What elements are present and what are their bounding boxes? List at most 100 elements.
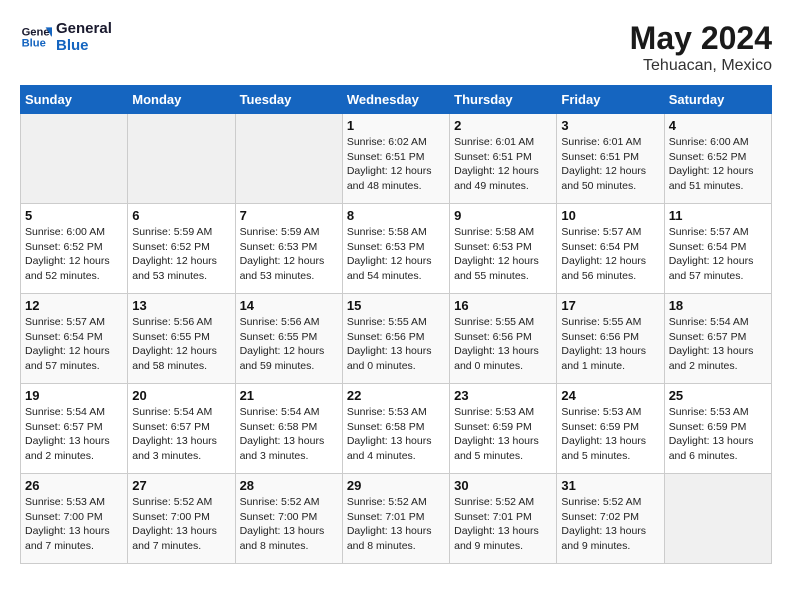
calendar-cell: 20 Sunrise: 5:54 AMSunset: 6:57 PMDayligh… bbox=[128, 384, 235, 474]
day-number: 11 bbox=[669, 208, 767, 223]
day-info: Sunrise: 5:55 AMSunset: 6:56 PMDaylight:… bbox=[454, 315, 552, 374]
day-number: 19 bbox=[25, 388, 123, 403]
day-info: Sunrise: 5:52 AMSunset: 7:01 PMDaylight:… bbox=[347, 495, 445, 554]
calendar-cell: 26Sunrise: 5:53 AMSunset: 7:00 PMDayligh… bbox=[21, 474, 128, 564]
day-info: Sunrise: 6:00 AMSunset: 6:52 PMDaylight:… bbox=[25, 225, 123, 284]
day-info: Sunrise: 5:56 AMSunset: 6:55 PMDaylight:… bbox=[132, 315, 230, 374]
calendar-table: SundayMondayTuesdayWednesdayThursdayFrid… bbox=[20, 85, 772, 564]
day-info: Sunrise: 5:52 AMSunset: 7:01 PMDaylight:… bbox=[454, 495, 552, 554]
day-number: 7 bbox=[240, 208, 338, 223]
day-number: 31 bbox=[561, 478, 659, 493]
header-day-wednesday: Wednesday bbox=[342, 86, 449, 114]
day-number: 30 bbox=[454, 478, 552, 493]
calendar-header-row: SundayMondayTuesdayWednesdayThursdayFrid… bbox=[21, 86, 772, 114]
page-header: General Blue General Blue May 2024 Tehua… bbox=[20, 20, 772, 75]
day-info: Sunrise: 6:01 AMSunset: 6:51 PMDaylight:… bbox=[454, 135, 552, 194]
day-number: 10 bbox=[561, 208, 659, 223]
header-day-sunday: Sunday bbox=[21, 86, 128, 114]
calendar-cell: 1 Sunrise: 6:02 AMSunset: 6:51 PMDaylight… bbox=[342, 114, 449, 204]
calendar-cell: 25Sunrise: 5:53 AMSunset: 6:59 PMDayligh… bbox=[664, 384, 771, 474]
calendar-week-3: 12Sunrise: 5:57 AMSunset: 6:54 PMDayligh… bbox=[21, 294, 772, 384]
day-info: Sunrise: 5:55 AMSunset: 6:56 PMDaylight:… bbox=[347, 315, 445, 374]
calendar-cell: 22Sunrise: 5:53 AMSunset: 6:58 PMDayligh… bbox=[342, 384, 449, 474]
calendar-cell: 24Sunrise: 5:53 AMSunset: 6:59 PMDayligh… bbox=[557, 384, 664, 474]
calendar-cell: 23 Sunrise: 5:53 AMSunset: 6:59 PMDayligh… bbox=[450, 384, 557, 474]
calendar-cell: 5 Sunrise: 6:00 AMSunset: 6:52 PMDaylight… bbox=[21, 204, 128, 294]
calendar-cell: 21 Sunrise: 5:54 AMSunset: 6:58 PMDayligh… bbox=[235, 384, 342, 474]
day-number: 23 bbox=[454, 388, 552, 403]
header-day-friday: Friday bbox=[557, 86, 664, 114]
subtitle: Tehuacan, Mexico bbox=[630, 57, 772, 75]
day-number: 12 bbox=[25, 298, 123, 313]
day-number: 21 bbox=[240, 388, 338, 403]
day-info: Sunrise: 5:57 AMSunset: 6:54 PMDaylight:… bbox=[561, 225, 659, 284]
calendar-cell: 14Sunrise: 5:56 AMSunset: 6:55 PMDayligh… bbox=[235, 294, 342, 384]
day-number: 13 bbox=[132, 298, 230, 313]
calendar-cell: 7 Sunrise: 5:59 AMSunset: 6:53 PMDaylight… bbox=[235, 204, 342, 294]
day-info: Sunrise: 5:54 AMSunset: 6:57 PMDaylight:… bbox=[132, 405, 230, 464]
calendar-cell: 27 Sunrise: 5:52 AMSunset: 7:00 PMDayligh… bbox=[128, 474, 235, 564]
calendar-cell: 2 Sunrise: 6:01 AMSunset: 6:51 PMDaylight… bbox=[450, 114, 557, 204]
day-info: Sunrise: 5:55 AMSunset: 6:56 PMDaylight:… bbox=[561, 315, 659, 374]
day-number: 6 bbox=[132, 208, 230, 223]
calendar-cell bbox=[21, 114, 128, 204]
main-title: May 2024 bbox=[630, 20, 772, 57]
title-block: May 2024 Tehuacan, Mexico bbox=[630, 20, 772, 75]
day-info: Sunrise: 5:54 AMSunset: 6:57 PMDaylight:… bbox=[669, 315, 767, 374]
svg-text:Blue: Blue bbox=[22, 38, 46, 50]
calendar-cell: 13 Sunrise: 5:56 AMSunset: 6:55 PMDayligh… bbox=[128, 294, 235, 384]
day-info: Sunrise: 5:58 AMSunset: 6:53 PMDaylight:… bbox=[347, 225, 445, 284]
calendar-cell: 28 Sunrise: 5:52 AMSunset: 7:00 PMDayligh… bbox=[235, 474, 342, 564]
calendar-cell: 11Sunrise: 5:57 AMSunset: 6:54 PMDayligh… bbox=[664, 204, 771, 294]
calendar-cell: 3Sunrise: 6:01 AMSunset: 6:51 PMDaylight… bbox=[557, 114, 664, 204]
logo-name-blue: Blue bbox=[56, 37, 112, 54]
logo-name-general: General bbox=[56, 20, 112, 37]
day-info: Sunrise: 5:53 AMSunset: 7:00 PMDaylight:… bbox=[25, 495, 123, 554]
day-info: Sunrise: 5:53 AMSunset: 6:59 PMDaylight:… bbox=[454, 405, 552, 464]
day-number: 9 bbox=[454, 208, 552, 223]
calendar-cell: 16 Sunrise: 5:55 AMSunset: 6:56 PMDayligh… bbox=[450, 294, 557, 384]
header-day-saturday: Saturday bbox=[664, 86, 771, 114]
day-number: 5 bbox=[25, 208, 123, 223]
day-info: Sunrise: 5:52 AMSunset: 7:02 PMDaylight:… bbox=[561, 495, 659, 554]
calendar-cell: 15Sunrise: 5:55 AMSunset: 6:56 PMDayligh… bbox=[342, 294, 449, 384]
day-number: 2 bbox=[454, 118, 552, 133]
day-number: 4 bbox=[669, 118, 767, 133]
day-info: Sunrise: 5:59 AMSunset: 6:52 PMDaylight:… bbox=[132, 225, 230, 284]
day-number: 20 bbox=[132, 388, 230, 403]
day-number: 27 bbox=[132, 478, 230, 493]
header-day-monday: Monday bbox=[128, 86, 235, 114]
calendar-cell: 31 Sunrise: 5:52 AMSunset: 7:02 PMDayligh… bbox=[557, 474, 664, 564]
day-number: 28 bbox=[240, 478, 338, 493]
calendar-cell: 9Sunrise: 5:58 AMSunset: 6:53 PMDaylight… bbox=[450, 204, 557, 294]
logo: General Blue General Blue bbox=[20, 20, 112, 54]
calendar-cell: 19Sunrise: 5:54 AMSunset: 6:57 PMDayligh… bbox=[21, 384, 128, 474]
calendar-cell bbox=[664, 474, 771, 564]
calendar-week-5: 26Sunrise: 5:53 AMSunset: 7:00 PMDayligh… bbox=[21, 474, 772, 564]
day-info: Sunrise: 5:53 AMSunset: 6:59 PMDaylight:… bbox=[669, 405, 767, 464]
calendar-cell: 30 Sunrise: 5:52 AMSunset: 7:01 PMDayligh… bbox=[450, 474, 557, 564]
calendar-cell: 10 Sunrise: 5:57 AMSunset: 6:54 PMDayligh… bbox=[557, 204, 664, 294]
calendar-cell: 17 Sunrise: 5:55 AMSunset: 6:56 PMDayligh… bbox=[557, 294, 664, 384]
day-info: Sunrise: 6:02 AMSunset: 6:51 PMDaylight:… bbox=[347, 135, 445, 194]
day-info: Sunrise: 5:59 AMSunset: 6:53 PMDaylight:… bbox=[240, 225, 338, 284]
day-info: Sunrise: 6:00 AMSunset: 6:52 PMDaylight:… bbox=[669, 135, 767, 194]
calendar-cell bbox=[235, 114, 342, 204]
day-number: 17 bbox=[561, 298, 659, 313]
day-info: Sunrise: 5:56 AMSunset: 6:55 PMDaylight:… bbox=[240, 315, 338, 374]
calendar-week-2: 5 Sunrise: 6:00 AMSunset: 6:52 PMDaylight… bbox=[21, 204, 772, 294]
day-info: Sunrise: 5:54 AMSunset: 6:58 PMDaylight:… bbox=[240, 405, 338, 464]
header-day-thursday: Thursday bbox=[450, 86, 557, 114]
day-info: Sunrise: 6:01 AMSunset: 6:51 PMDaylight:… bbox=[561, 135, 659, 194]
day-number: 24 bbox=[561, 388, 659, 403]
day-number: 18 bbox=[669, 298, 767, 313]
day-number: 29 bbox=[347, 478, 445, 493]
day-info: Sunrise: 5:52 AMSunset: 7:00 PMDaylight:… bbox=[240, 495, 338, 554]
day-number: 8 bbox=[347, 208, 445, 223]
day-number: 16 bbox=[454, 298, 552, 313]
day-number: 1 bbox=[347, 118, 445, 133]
calendar-cell: 4 Sunrise: 6:00 AMSunset: 6:52 PMDaylight… bbox=[664, 114, 771, 204]
calendar-cell: 8 Sunrise: 5:58 AMSunset: 6:53 PMDaylight… bbox=[342, 204, 449, 294]
day-info: Sunrise: 5:52 AMSunset: 7:00 PMDaylight:… bbox=[132, 495, 230, 554]
logo-icon: General Blue bbox=[20, 21, 52, 53]
